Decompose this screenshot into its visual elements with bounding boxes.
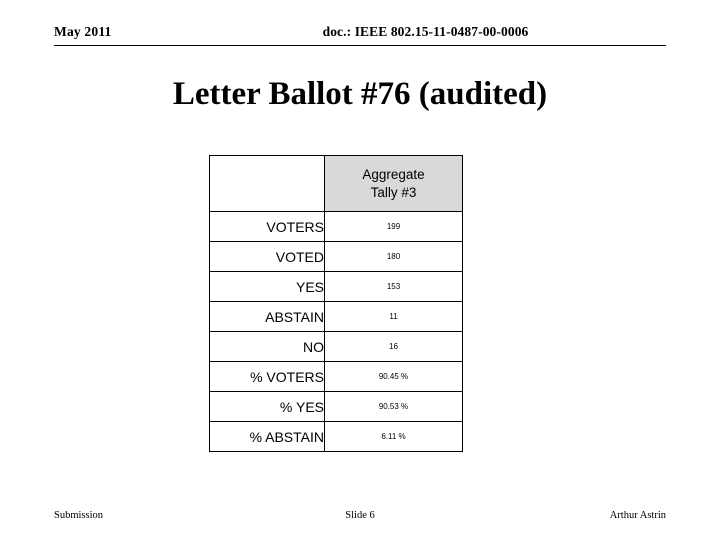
footer-slide-number: Slide 6 [345, 510, 375, 521]
row-value-abstain: 11 [324, 301, 463, 332]
table-row: VOTERS 199 [209, 211, 463, 242]
row-label-no: NO [209, 331, 325, 362]
table-row: ABSTAIN 11 [209, 301, 463, 332]
row-value-voted: 180 [324, 241, 463, 272]
header-doc-id: doc.: IEEE 802.15-11-0487-00-0006 [322, 24, 529, 39]
row-value-pct-yes: 90.53 % [324, 391, 463, 422]
table-corner-cell [209, 155, 325, 212]
table-column-header: Aggregate Tally #3 [324, 155, 463, 212]
row-value-no: 16 [324, 331, 463, 362]
slide-header: May 2011 doc.: IEEE 802.15-11-0487-00-00… [54, 24, 666, 50]
header-date: May 2011 [54, 24, 112, 39]
table-row: % VOTERS 90.45 % [209, 361, 463, 392]
table-row: % ABSTAIN 6.11 % [209, 421, 463, 452]
row-label-abstain: ABSTAIN [209, 301, 325, 332]
column-header-line2: Tally #3 [370, 184, 417, 200]
page-title: Letter Ballot #76 (audited) [172, 76, 548, 112]
row-value-pct-voters: 90.45 % [324, 361, 463, 392]
slide-footer: Submission Slide 6 Arthur Astrin [54, 510, 666, 526]
row-label-pct-voters: % VOTERS [209, 361, 325, 392]
column-header-line1: Aggregate [362, 166, 425, 182]
row-label-voted: VOTED [209, 241, 325, 272]
footer-author: Arthur Astrin [609, 510, 666, 521]
table-row: NO 16 [209, 331, 463, 362]
row-label-yes: YES [209, 271, 325, 302]
table-row: % YES 90.53 % [209, 391, 463, 422]
header-divider [54, 45, 666, 46]
row-label-voters: VOTERS [209, 211, 325, 242]
row-label-pct-abstain: % ABSTAIN [209, 421, 325, 452]
row-value-voters: 199 [324, 211, 463, 242]
ballot-tally-table: Aggregate Tally #3 VOTERS 199 VOTED 180 … [209, 155, 463, 452]
table-row: VOTED 180 [209, 241, 463, 272]
row-label-pct-yes: % YES [209, 391, 325, 422]
row-value-yes: 153 [324, 271, 463, 302]
row-value-pct-abstain: 6.11 % [324, 421, 463, 452]
table-header-row: Aggregate Tally #3 [209, 155, 463, 212]
table-row: YES 153 [209, 271, 463, 302]
